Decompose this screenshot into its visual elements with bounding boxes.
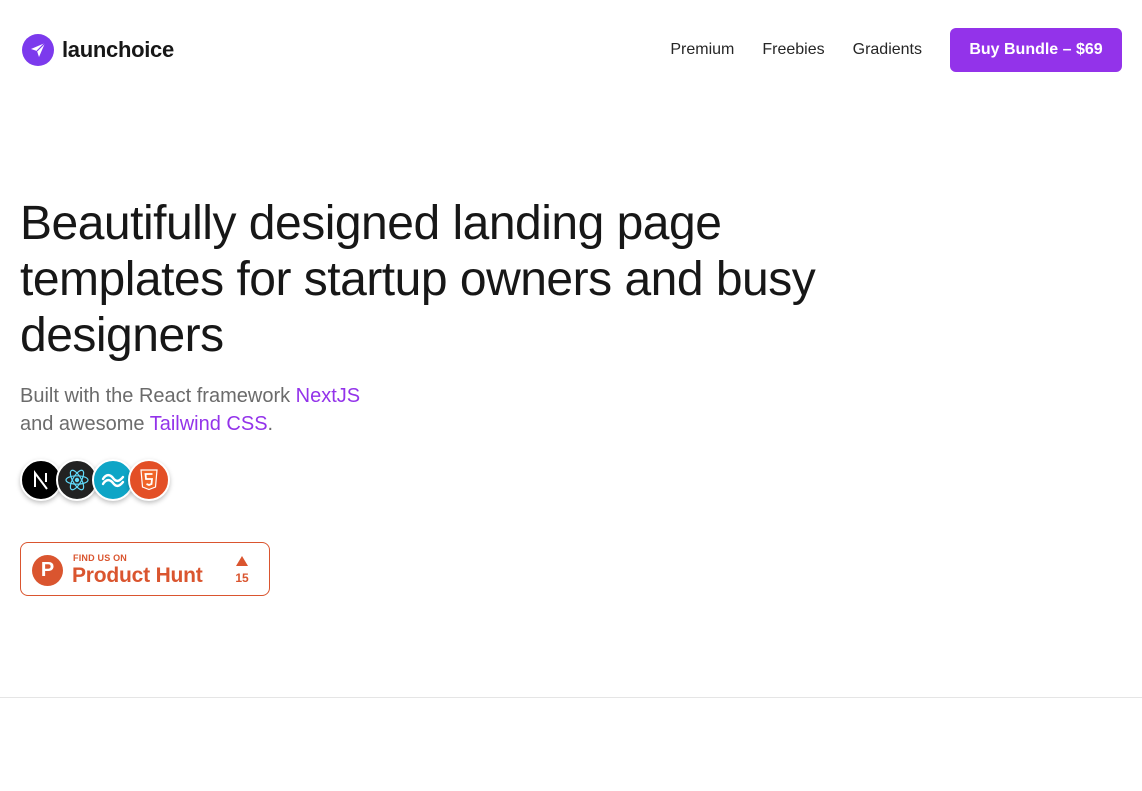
subtitle-text-1: Built with the React framework bbox=[20, 385, 296, 407]
nav-link-freebies[interactable]: Freebies bbox=[762, 28, 824, 72]
tailwind-link[interactable]: Tailwind CSS bbox=[150, 413, 268, 435]
main-nav: Premium Freebies Gradients Buy Bundle – … bbox=[670, 28, 1122, 72]
site-header: launchoice Premium Freebies Gradients Bu… bbox=[0, 0, 1142, 100]
hero-title: Beautifully designed landing page templa… bbox=[20, 197, 816, 362]
product-hunt-icon: P bbox=[32, 555, 63, 586]
nav-link-gradients[interactable]: Gradients bbox=[853, 28, 922, 72]
product-hunt-label: Product Hunt bbox=[72, 564, 203, 587]
upvote-icon bbox=[236, 556, 248, 566]
section-divider bbox=[0, 697, 1142, 698]
buy-bundle-button[interactable]: Buy Bundle – $69 bbox=[950, 28, 1122, 72]
brand-logo[interactable]: launchoice bbox=[22, 34, 174, 66]
paper-plane-icon bbox=[22, 34, 54, 66]
product-hunt-badge[interactable]: P FIND US ON Product Hunt 15 bbox=[20, 542, 270, 596]
subtitle-text-2: and awesome bbox=[20, 413, 150, 435]
product-hunt-small-label: FIND US ON bbox=[73, 553, 128, 563]
nextjs-link[interactable]: NextJS bbox=[296, 385, 360, 407]
brand-name: launchoice bbox=[62, 37, 174, 62]
nav-link-premium[interactable]: Premium bbox=[670, 28, 734, 72]
hero-subtitle: Built with the React framework NextJS and… bbox=[20, 382, 540, 438]
html5-icon bbox=[128, 459, 170, 501]
subtitle-text-3: . bbox=[267, 413, 274, 435]
upvote-count: 15 bbox=[235, 571, 249, 585]
tech-stack-icons bbox=[20, 459, 220, 503]
